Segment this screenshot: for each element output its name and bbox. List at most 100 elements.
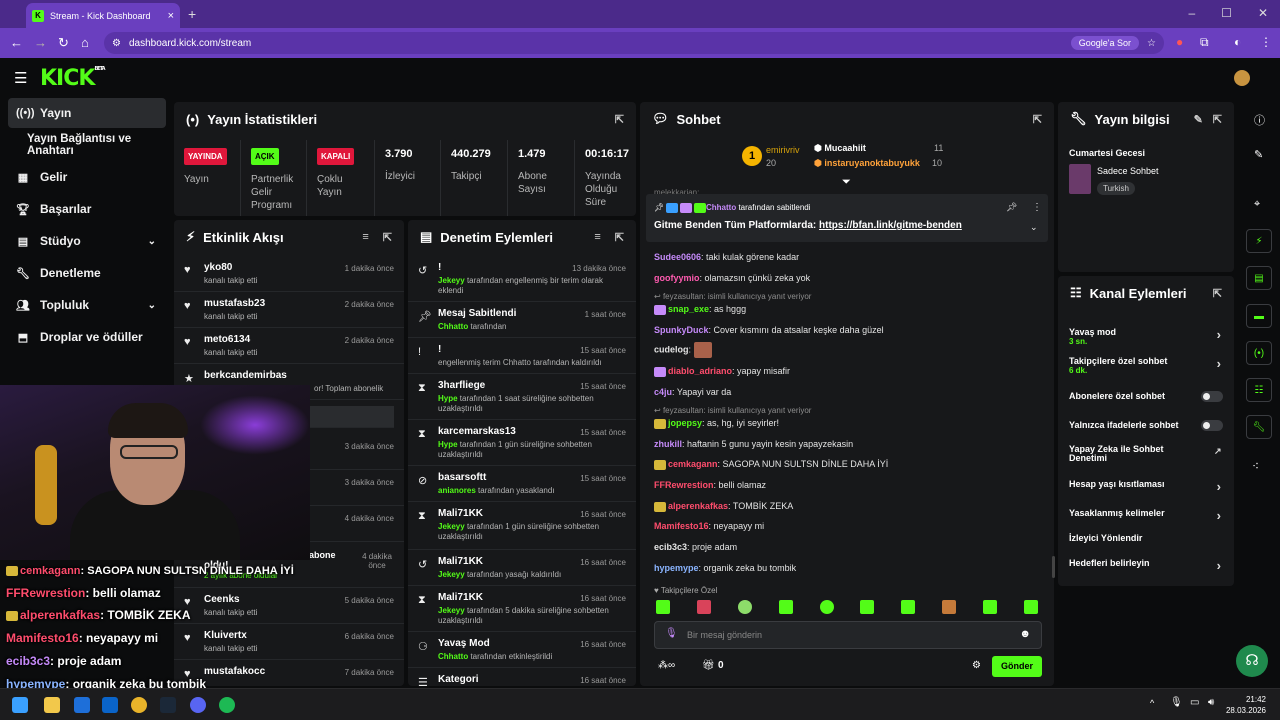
- popout-icon[interactable]: ⇱: [615, 231, 624, 244]
- filter-icon[interactable]: ≡: [594, 231, 600, 244]
- support-headset-icon[interactable]: ☊: [1236, 645, 1268, 677]
- toggle-switch[interactable]: [1201, 391, 1223, 402]
- maximize-icon[interactable]: ☐: [1221, 6, 1232, 20]
- kick-logo[interactable]: KICKBETA: [40, 66, 106, 91]
- store-icon[interactable]: [74, 697, 90, 713]
- chat-input[interactable]: 🎙︎ Bir mesaj gönderin ☻: [654, 621, 1042, 649]
- tray-volume-icon[interactable]: 🔊︎: [1208, 697, 1214, 708]
- lightning-icon[interactable]: ⚡︎: [1246, 229, 1272, 253]
- emoji-picker-icon[interactable]: ☻: [1019, 628, 1031, 640]
- sidebar-item-denetleme[interactable]: 🔧︎ Denetleme: [8, 258, 166, 288]
- action-emotes-only[interactable]: Yalnızca ifadelerle sohbet: [1069, 420, 1225, 431]
- sidebar-item-droplar[interactable]: ⬒ Droplar ve ödüller: [8, 322, 166, 352]
- minimize-icon[interactable]: –: [1188, 6, 1195, 20]
- emote-icon[interactable]: [737, 600, 752, 614]
- more-options-icon[interactable]: ⋮: [1032, 202, 1042, 213]
- action-account-age[interactable]: Hesap yaşı kısıtlaması ›: [1069, 479, 1225, 494]
- emote-icon[interactable]: [819, 600, 834, 614]
- chat-scrollbar[interactable]: [1052, 556, 1055, 578]
- mic-icon[interactable]: 🎙︎: [665, 628, 678, 639]
- add-widget-icon[interactable]: ⁖: [1252, 459, 1259, 473]
- wrench-icon[interactable]: 🔧︎: [1246, 415, 1272, 439]
- pinned-link[interactable]: https://bfan.link/gitme-benden: [819, 220, 962, 231]
- google-ask-button[interactable]: Google'a Sor: [1070, 36, 1140, 50]
- leader-name[interactable]: ⬢ Mucaahiit: [814, 143, 866, 154]
- spotify-icon[interactable]: [219, 697, 235, 713]
- sidebar-item-topluluk[interactable]: 👥︎ Topluluk ⌄: [8, 290, 166, 320]
- tray-mic-icon[interactable]: 🎙︎: [1170, 697, 1183, 708]
- browser-menu-icon[interactable]: ⋮: [1260, 35, 1272, 49]
- emote-icon[interactable]: [656, 600, 670, 614]
- emote-icon[interactable]: [983, 600, 997, 614]
- forward-icon[interactable]: →: [34, 35, 47, 50]
- gear-icon[interactable]: ⚙: [972, 660, 981, 671]
- home-icon[interactable]: ⌂: [81, 35, 89, 50]
- url-field[interactable]: ⚙ dashboard.kick.com/stream Google'a Sor…: [104, 32, 1164, 54]
- popout-icon[interactable]: ⇱: [1213, 287, 1222, 300]
- reload-icon[interactable]: ↻: [58, 35, 69, 51]
- sidebar-item-stream-key[interactable]: Yayın Bağlantısı ve Anahtarı: [8, 130, 178, 160]
- action-raid[interactable]: İzleyici Yönlendir: [1069, 533, 1225, 543]
- toggle-switch[interactable]: [1201, 420, 1223, 431]
- back-icon[interactable]: ←: [10, 35, 23, 50]
- action-slow-mode[interactable]: Yavaş mod 3 sn. ›: [1069, 327, 1225, 346]
- hamburger-menu-icon[interactable]: ☰: [14, 69, 27, 87]
- discord-icon[interactable]: [190, 697, 206, 713]
- popout-icon[interactable]: ⇱: [1033, 113, 1042, 126]
- channel-points-icon[interactable]: ⁂∞: [658, 660, 675, 671]
- popout-icon[interactable]: ⇱: [383, 231, 392, 244]
- user-avatar[interactable]: [1234, 70, 1250, 86]
- leader-name[interactable]: emirivriv: [766, 145, 800, 155]
- edit-pencil-icon[interactable]: ✎: [1194, 113, 1203, 126]
- emote-icon[interactable]: [942, 600, 957, 614]
- site-info-icon[interactable]: ⚙: [112, 38, 121, 49]
- leader-name[interactable]: ⬢ instaruyanoktabuyukk: [814, 158, 920, 169]
- filter-icon[interactable]: ≡: [362, 231, 368, 244]
- system-clock[interactable]: 21:42 28.03.2026: [1226, 694, 1266, 716]
- broadcast-icon[interactable]: (•): [1246, 341, 1272, 365]
- file-explorer-icon[interactable]: [44, 697, 60, 713]
- popout-icon[interactable]: ⇱: [1213, 113, 1222, 126]
- send-button[interactable]: Gönder: [992, 656, 1042, 677]
- chrome-icon[interactable]: [131, 697, 147, 713]
- emote-icon[interactable]: [778, 600, 793, 614]
- sidebar-item-basarilar[interactable]: 🏆︎ Başarılar: [8, 194, 166, 224]
- sidebar-item-yayin[interactable]: ((•)) Yayın: [8, 98, 166, 128]
- action-goals[interactable]: Hedefleri belirleyin ›: [1069, 558, 1225, 573]
- sidebar-item-gelir[interactable]: ▦ Gelir: [8, 162, 166, 192]
- info-icon[interactable]: ⓘ: [1254, 112, 1265, 128]
- unpin-icon[interactable]: 📌︎: [1006, 202, 1017, 213]
- emote-icon[interactable]: [901, 600, 916, 614]
- focus-icon[interactable]: ⌖: [1254, 198, 1260, 211]
- gift-icon[interactable]: 🎁︎: [702, 660, 715, 671]
- profile-avatar-icon[interactable]: ◐: [1234, 35, 1241, 49]
- emote-icon[interactable]: [696, 600, 711, 614]
- new-tab-button[interactable]: +: [188, 6, 196, 22]
- popout-icon[interactable]: ⇱: [615, 113, 624, 126]
- tray-chevron-icon[interactable]: ^: [1150, 698, 1154, 708]
- stream-category[interactable]: Sadece Sohbet: [1097, 166, 1159, 176]
- action-banned-words[interactable]: Yasaklanmış kelimeler ›: [1069, 508, 1225, 523]
- outlook-icon[interactable]: [102, 697, 118, 713]
- windows-start-icon[interactable]: [12, 697, 28, 713]
- document-icon[interactable]: ▤: [1246, 266, 1272, 290]
- close-tab-icon[interactable]: ×: [168, 10, 174, 22]
- action-ai-moderation[interactable]: Yapay Zeka ile Sohbet Denetimi ↗: [1069, 445, 1222, 463]
- sidebar-item-studyo[interactable]: ▤ Stüdyo ⌄: [8, 226, 166, 256]
- collapse-leaderboard-icon[interactable]: ⏷: [842, 176, 851, 189]
- action-followers-only[interactable]: Takipçilere özel sohbet 6 dk. ›: [1069, 356, 1225, 375]
- channel-actions-icon[interactable]: ☷: [1246, 378, 1272, 402]
- close-window-icon[interactable]: ✕: [1258, 6, 1268, 20]
- browser-tab[interactable]: K Stream - Kick Dashboard ×: [26, 3, 180, 28]
- emote-icon[interactable]: [860, 600, 875, 614]
- steam-icon[interactable]: [160, 697, 176, 713]
- chevron-down-icon[interactable]: ⌄: [1030, 222, 1038, 233]
- tray-network-icon[interactable]: ▭: [1190, 697, 1199, 708]
- extension-icon[interactable]: ●: [1176, 35, 1183, 49]
- chat-bubble-icon[interactable]: ▬: [1246, 304, 1272, 328]
- extensions-puzzle-icon[interactable]: ⧉: [1200, 35, 1209, 50]
- action-subscribers-only[interactable]: Abonelere özel sohbet: [1069, 391, 1225, 402]
- bookmark-star-icon[interactable]: ☆: [1147, 38, 1156, 49]
- emote-icon[interactable]: [1023, 600, 1038, 614]
- edit-pencil-icon[interactable]: ✎: [1254, 148, 1263, 161]
